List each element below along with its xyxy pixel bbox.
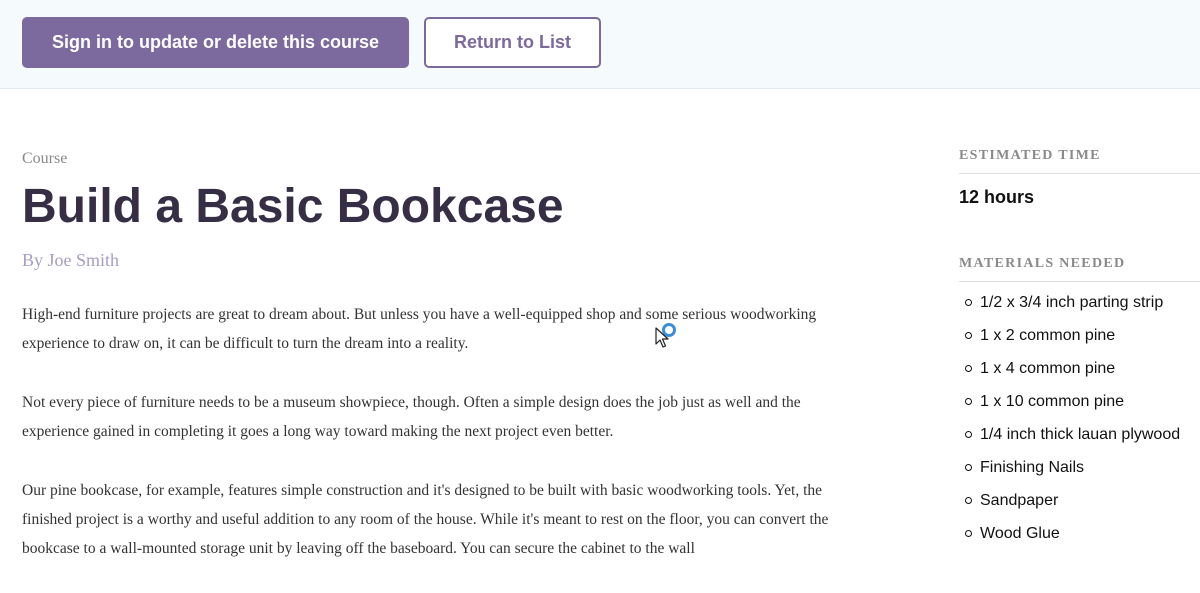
- material-item: 1 x 2 common pine: [959, 319, 1200, 352]
- circle-bullet-icon: [965, 365, 972, 372]
- circle-bullet-icon: [965, 530, 972, 537]
- sign-in-button[interactable]: Sign in to update or delete this course: [22, 17, 409, 68]
- material-item: 1/2 x 3/4 inch parting strip: [959, 286, 1200, 319]
- course-author: By Joe Smith: [22, 250, 120, 270]
- course-description: High-end furniture projects are great to…: [22, 300, 832, 593]
- description-paragraph: High-end furniture projects are great to…: [22, 306, 817, 352]
- return-to-list-button[interactable]: Return to List: [424, 17, 601, 68]
- material-label: Finishing Nails: [980, 459, 1085, 476]
- materials-list: 1/2 x 3/4 inch parting strip 1 x 2 commo…: [959, 286, 1200, 550]
- circle-bullet-icon: [965, 332, 972, 339]
- material-label: 1/2 x 3/4 inch parting strip: [980, 294, 1164, 311]
- circle-bullet-icon: [965, 497, 972, 504]
- circle-bullet-icon: [965, 464, 972, 471]
- estimated-time-heading: ESTIMATED TIME: [959, 148, 1200, 174]
- circle-bullet-icon: [965, 299, 972, 306]
- material-label: 1 x 4 common pine: [980, 360, 1116, 377]
- course-title: Build a Basic Bookcase: [22, 180, 564, 233]
- materials-heading: MATERIALS NEEDED: [959, 256, 1200, 282]
- material-item: 1 x 10 common pine: [959, 385, 1200, 418]
- material-label: 1/4 inch thick lauan plywood: [980, 426, 1181, 443]
- circle-bullet-icon: [965, 431, 972, 438]
- mouse-cursor-icon: [655, 323, 676, 348]
- description-paragraph: Not every piece of furniture needs to be…: [22, 394, 801, 440]
- material-label: Sandpaper: [980, 492, 1059, 509]
- material-item: 1/4 inch thick lauan plywood: [959, 418, 1200, 451]
- course-kicker: Course: [22, 150, 68, 167]
- material-label: Wood Glue: [980, 525, 1060, 542]
- material-item: 1 x 4 common pine: [959, 352, 1200, 385]
- material-item: Sandpaper: [959, 484, 1200, 517]
- material-label: 1 x 2 common pine: [980, 327, 1116, 344]
- estimated-time-value: 12 hours: [959, 187, 1035, 207]
- material-item: Finishing Nails: [959, 451, 1200, 484]
- circle-bullet-icon: [965, 398, 972, 405]
- material-label: 1 x 10 common pine: [980, 393, 1125, 410]
- actions-bar: Sign in to update or delete this course …: [0, 0, 1200, 89]
- material-item: Wood Glue: [959, 517, 1200, 550]
